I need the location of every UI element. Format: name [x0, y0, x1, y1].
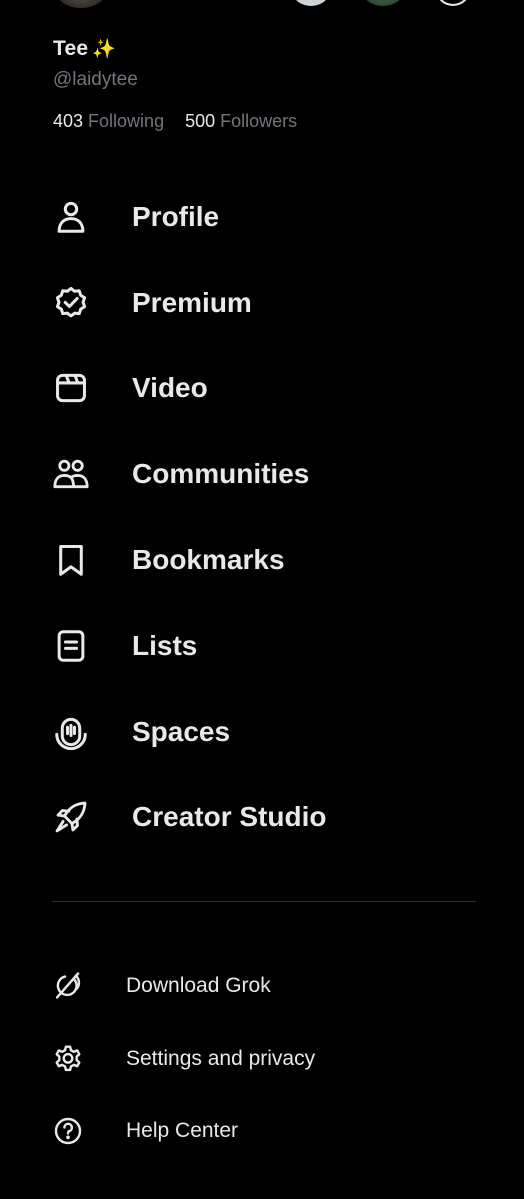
more-accounts-icon[interactable]: [436, 0, 470, 6]
bookmark-icon: [52, 540, 92, 580]
followers-label: Followers: [220, 111, 298, 131]
following-count: 403: [53, 111, 84, 131]
display-name: Tee: [53, 37, 89, 60]
spaces-mic-icon: [52, 712, 92, 752]
nav-item-bookmarks[interactable]: Bookmarks: [0, 517, 524, 603]
grok-icon: [52, 969, 86, 1003]
profile-header: Tee ✨ @laidytee 403 Following 500 Follow…: [53, 33, 297, 132]
nav-label: Profile: [132, 200, 220, 232]
nav-item-premium[interactable]: Premium: [0, 260, 524, 346]
nav-item-spaces[interactable]: Spaces: [0, 689, 524, 775]
menu-item-download-grok[interactable]: Download Grok: [0, 950, 524, 1023]
following-link[interactable]: 403 Following: [53, 111, 164, 132]
follow-stats: 403 Following 500 Followers: [53, 111, 297, 132]
following-label: Following: [88, 111, 165, 131]
user-handle: @laidytee: [53, 69, 138, 90]
nav-label: Spaces: [132, 715, 231, 747]
nav-item-communities[interactable]: Communities: [0, 431, 524, 517]
other-account-avatar[interactable]: [363, 0, 403, 6]
account-switcher-strip: [0, 0, 524, 14]
secondary-menu: Download Grok Settings and privacy Help …: [0, 950, 524, 1168]
other-account-avatar[interactable]: [293, 0, 329, 6]
followers-link[interactable]: 500 Followers: [185, 111, 297, 132]
nav-label: Video: [132, 372, 208, 404]
menu-label: Settings and privacy: [126, 1046, 316, 1070]
section-divider: [52, 901, 476, 902]
menu-label: Download Grok: [126, 974, 271, 998]
list-icon: [52, 626, 92, 666]
help-circle-icon: [52, 1114, 86, 1148]
nav-label: Bookmarks: [132, 544, 285, 576]
rocket-icon: [52, 797, 92, 837]
followers-count: 500: [185, 111, 216, 131]
nav-item-lists[interactable]: Lists: [0, 603, 524, 689]
nav-label: Communities: [132, 458, 310, 490]
nav-item-video[interactable]: Video: [0, 346, 524, 432]
menu-label: Help Center: [126, 1119, 239, 1143]
nav-item-creator-studio[interactable]: Creator Studio: [0, 775, 524, 861]
avatar[interactable]: [56, 0, 106, 8]
person-icon: [52, 197, 92, 237]
sparkles-emoji: ✨: [92, 39, 116, 60]
menu-item-settings[interactable]: Settings and privacy: [0, 1023, 524, 1096]
verified-badge-icon: [52, 283, 92, 323]
nav-label: Creator Studio: [132, 801, 327, 833]
nav-label: Lists: [132, 629, 198, 661]
menu-item-help-center[interactable]: Help Center: [0, 1095, 524, 1168]
communities-icon: [52, 454, 92, 494]
nav-label: Premium: [132, 286, 252, 318]
nav-item-profile[interactable]: Profile: [0, 174, 524, 260]
drawer-nav: Profile Premium Video Communities Bookma…: [0, 174, 524, 860]
gear-icon: [52, 1042, 86, 1076]
video-clapper-icon: [52, 368, 92, 408]
display-name-row[interactable]: Tee ✨: [53, 33, 297, 65]
